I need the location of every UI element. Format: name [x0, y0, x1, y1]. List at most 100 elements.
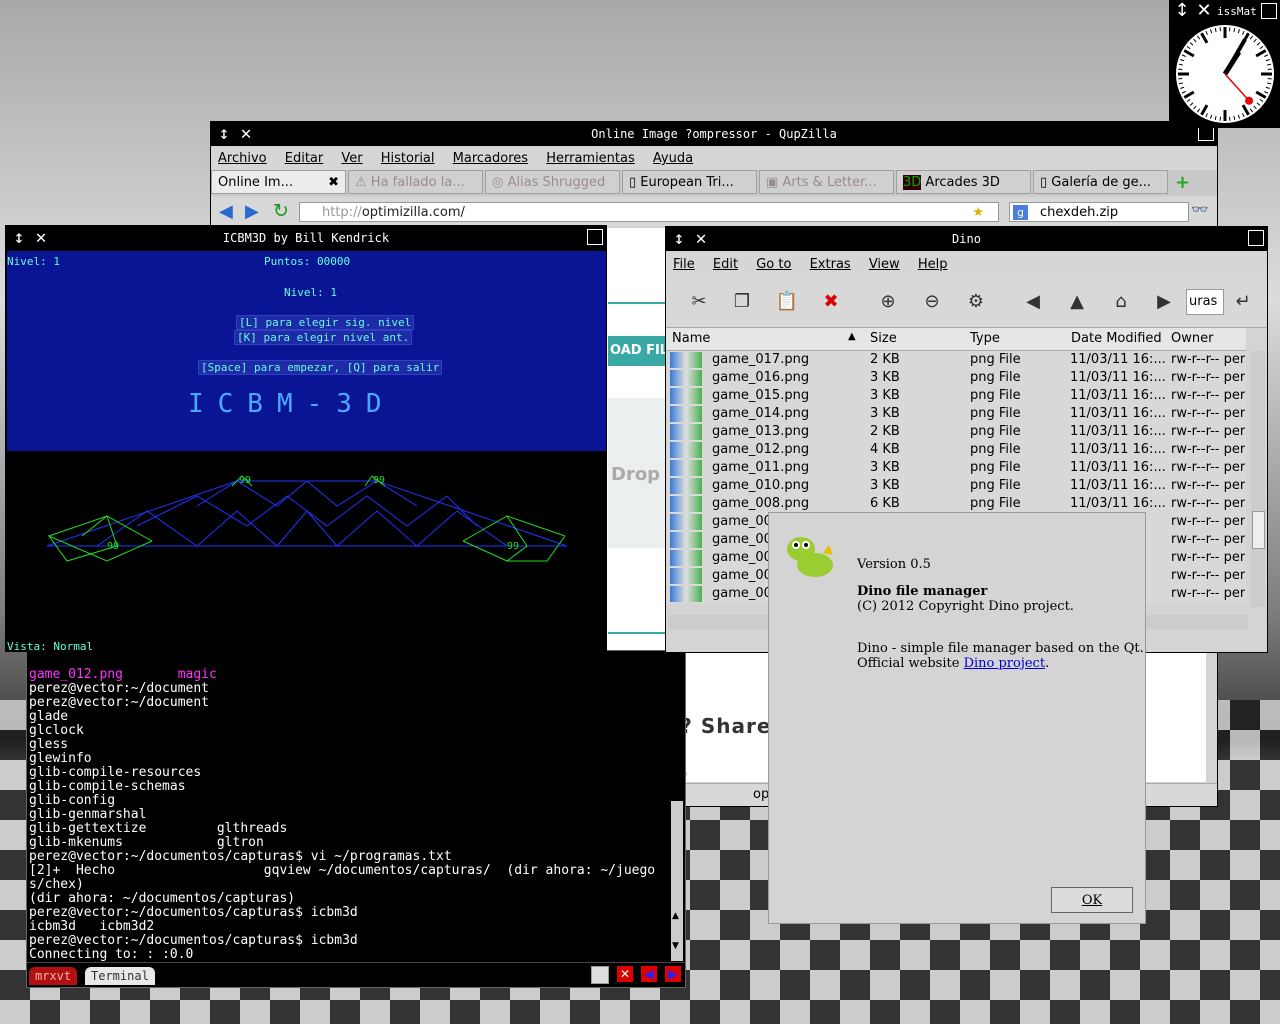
- menu-edit[interactable]: Edit: [706, 254, 745, 275]
- tab-galeria[interactable]: ▯ Galería de ge...: [1033, 170, 1168, 194]
- zoom-in-icon[interactable]: ⊕: [875, 289, 901, 315]
- menu-historial[interactable]: Historial: [374, 148, 442, 169]
- move-icon[interactable]: ↕: [214, 124, 234, 144]
- scroll-down-icon[interactable]: ▼: [672, 941, 679, 951]
- reload-icon[interactable]: ↻: [273, 200, 289, 222]
- prev-tab-icon[interactable]: ◀: [641, 966, 657, 982]
- menu-extras[interactable]: Extras: [803, 254, 858, 275]
- table-row[interactable]: game_011.png 3 KB png File 11/03/11 16:... r…: [666, 459, 1246, 477]
- browser-titlebar[interactable]: ↕ ✕ Online Image ?ompressor - QupZilla: [211, 122, 1217, 146]
- menu-marcadores[interactable]: Marcadores: [446, 148, 535, 169]
- close-tab-icon[interactable]: ✕: [617, 966, 633, 982]
- menu-help[interactable]: Help: [911, 254, 955, 275]
- tab-alias-shrugged[interactable]: ◎ Alias Shrugged: [485, 170, 620, 194]
- new-tab-icon[interactable]: +: [1175, 172, 1190, 193]
- menu-archivo[interactable]: Archivo: [211, 148, 274, 169]
- divider: [608, 302, 668, 304]
- drop-zone[interactable]: Drop: [608, 398, 668, 548]
- col-date[interactable]: Date Modified: [1071, 331, 1162, 346]
- terminal-line: perez@vector:~/documentos/capturas$ vi ~…: [29, 849, 452, 864]
- table-row[interactable]: game_010.png 3 KB png File 11/03/11 16:... r…: [666, 477, 1246, 495]
- tab-arcades-3d[interactable]: 3D Arcades 3D: [896, 170, 1031, 194]
- table-row[interactable]: game_013.png 2 KB png File 11/03/11 16:... r…: [666, 423, 1246, 441]
- back-icon[interactable]: ◀: [1020, 289, 1046, 315]
- forward-icon[interactable]: ▶: [1151, 289, 1177, 315]
- ok-button[interactable]: OK: [1051, 887, 1133, 913]
- menu-editar[interactable]: Editar: [278, 148, 331, 169]
- dino-titlebar[interactable]: ↕ ✕ Dino: [666, 227, 1267, 251]
- cut-icon[interactable]: ✂: [686, 289, 712, 315]
- maximize-icon[interactable]: [1248, 230, 1264, 246]
- game-canvas[interactable]: Nivel: 1 Puntos: 00000 Nivel: 1 [L] para…: [7, 251, 606, 651]
- zoom-out-icon[interactable]: ⊖: [919, 289, 945, 315]
- file-type: png File: [970, 352, 1021, 367]
- tab-mrxvt[interactable]: mrxvt: [29, 967, 78, 985]
- load-files-button[interactable]: OAD FIL: [608, 336, 670, 366]
- search-engine-icon[interactable]: g: [1013, 205, 1028, 220]
- home-icon[interactable]: ⌂: [1108, 289, 1134, 315]
- move-icon[interactable]: ↕: [1172, 1, 1192, 21]
- table-row[interactable]: game_015.png 3 KB png File 11/03/11 16:... r…: [666, 387, 1246, 405]
- search-input[interactable]: g chexdeh.zip: [1009, 202, 1189, 222]
- next-tab-icon[interactable]: ▶: [665, 966, 681, 982]
- scroll-thumb[interactable]: [1252, 511, 1265, 549]
- col-name[interactable]: Name: [672, 331, 710, 346]
- forward-icon[interactable]: ▶: [245, 201, 259, 222]
- icbm3d-titlebar[interactable]: ↕ ✕ ICBM3D by Bill Kendrick: [6, 226, 606, 250]
- tab-ha-fallado[interactable]: ⚠ Ha fallado la...: [348, 170, 483, 194]
- vertical-scrollbar[interactable]: [1251, 351, 1265, 607]
- settings-icon[interactable]: ⚙: [963, 289, 989, 315]
- terminal-scrollbar[interactable]: ▲ ▼: [671, 801, 683, 961]
- tab-close-icon[interactable]: ✖: [328, 171, 339, 193]
- col-type[interactable]: Type: [970, 331, 1000, 346]
- maximize-icon[interactable]: [587, 229, 603, 245]
- menu-ayuda[interactable]: Ayuda: [646, 148, 700, 169]
- col-owner[interactable]: Owner: [1171, 331, 1213, 346]
- scroll-up-icon[interactable]: ▲: [672, 911, 679, 921]
- close-icon[interactable]: ✕: [1194, 1, 1214, 21]
- path-input[interactable]: uras: [1186, 289, 1224, 315]
- move-icon[interactable]: ↕: [669, 229, 689, 249]
- tab-terminal[interactable]: Terminal: [85, 967, 155, 985]
- file-date: 11/03/11 16:...: [1070, 406, 1166, 421]
- file-thumbnail: [670, 568, 702, 584]
- up-icon[interactable]: ▲: [1064, 289, 1090, 315]
- terminal-window[interactable]: game_012.png magic perez@vector:~/documen…: [26, 650, 686, 988]
- maximize-icon[interactable]: [1261, 3, 1277, 19]
- table-row[interactable]: game_016.png 3 KB png File 11/03/11 16:... r…: [666, 369, 1246, 387]
- copy-icon[interactable]: ❐: [729, 289, 755, 315]
- menu-ver[interactable]: Ver: [334, 148, 369, 169]
- bookmark-star-icon[interactable]: ★: [972, 203, 984, 223]
- sort-icon[interactable]: ▲: [848, 331, 856, 342]
- menu-file[interactable]: File: [666, 254, 702, 275]
- url-input[interactable]: http://optimizilla.com/ ★: [299, 202, 999, 222]
- website-link[interactable]: Dino project: [964, 656, 1046, 671]
- file-thumbnail: [670, 442, 702, 458]
- file-thumbnail: [670, 478, 702, 494]
- website-suffix: .: [1045, 656, 1050, 671]
- table-row[interactable]: game_017.png 2 KB png File 11/03/11 16:... r…: [666, 351, 1246, 369]
- tab-european-tri[interactable]: ▯ European Tri...: [622, 170, 757, 194]
- col-size[interactable]: Size: [870, 331, 897, 346]
- paste-icon[interactable]: 📋: [774, 289, 800, 315]
- file-owner: rw-r--r-- per: [1171, 370, 1246, 385]
- enter-icon[interactable]: ↵: [1230, 289, 1256, 315]
- table-row[interactable]: game_008.png 6 KB png File 11/03/11 16:... r…: [666, 495, 1246, 513]
- terminal-window-icon[interactable]: [591, 966, 609, 984]
- file-name: game_00: [712, 568, 772, 583]
- tab-online-image[interactable]: Online Im... ✖: [211, 170, 346, 194]
- file-owner: rw-r--r-- per: [1171, 514, 1246, 529]
- tab-label: Arts & Letter...: [782, 175, 877, 190]
- base-label: 99: [239, 475, 251, 486]
- menu-goto[interactable]: Go to: [749, 254, 798, 275]
- binoculars-icon[interactable]: 👓: [1191, 202, 1208, 218]
- table-row[interactable]: game_014.png 3 KB png File 11/03/11 16:... r…: [666, 405, 1246, 423]
- delete-icon[interactable]: ✖: [818, 289, 844, 315]
- back-icon[interactable]: ◀: [219, 201, 233, 222]
- table-row[interactable]: game_012.png 4 KB png File 11/03/11 16:... r…: [666, 441, 1246, 459]
- menu-view[interactable]: View: [862, 254, 907, 275]
- tab-arts-letters[interactable]: ▣ Arts & Letter...: [759, 170, 894, 194]
- menu-herramientas[interactable]: Herramientas: [539, 148, 642, 169]
- move-icon[interactable]: ↕: [9, 228, 29, 248]
- window-title: ICBM3D by Bill Kendrick: [222, 231, 390, 245]
